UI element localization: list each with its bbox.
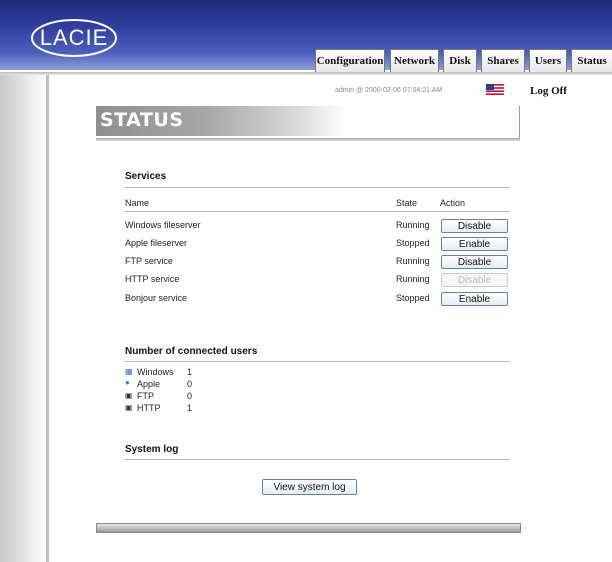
services-title: Services: [125, 171, 167, 182]
left-gutter: [0, 75, 50, 562]
col-header-name: Name: [125, 198, 150, 208]
disable-windows-fileserver-button[interactable]: Disable: [441, 219, 508, 233]
connected-users-divider: [124, 361, 510, 362]
http-icon: ▣: [125, 403, 133, 412]
user-type-label: FTP: [137, 391, 154, 401]
user-type-label: Apple: [137, 379, 161, 389]
user-count: 0: [187, 379, 193, 389]
service-name: Bonjour service: [125, 293, 188, 303]
user-session-info: admin @ 2000-02-06 07:04:21 AM: [335, 87, 443, 94]
tab-configuration[interactable]: Configuration: [315, 49, 385, 73]
tab-users[interactable]: Users: [529, 49, 567, 73]
page-title: STATUS: [100, 109, 184, 131]
enable-bonjour-service-button[interactable]: Enable: [441, 292, 508, 306]
us-flag-icon[interactable]: [486, 84, 504, 95]
user-count: 1: [187, 403, 193, 413]
tab-status[interactable]: Status: [571, 49, 612, 73]
service-name: FTP service: [125, 256, 173, 266]
services-divider: [124, 187, 510, 188]
windows-icon: ▦: [125, 367, 133, 376]
service-name: Windows fileserver: [125, 220, 201, 230]
status-header-underline: [96, 138, 520, 141]
disable-http-service-button: Disable: [441, 273, 508, 287]
services-header-divider: [124, 211, 510, 212]
service-name: HTTP service: [125, 274, 180, 284]
gutter-divider: [46, 75, 49, 562]
logoff-link[interactable]: Log Off: [530, 85, 567, 97]
system-log-divider: [124, 459, 510, 460]
view-system-log-button[interactable]: View system log: [262, 479, 357, 495]
tab-network[interactable]: Network: [390, 49, 439, 73]
service-state: Running: [396, 274, 430, 284]
enable-apple-fileserver-button[interactable]: Enable: [441, 237, 508, 251]
col-header-action: Action: [440, 198, 466, 208]
disable-ftp-service-button[interactable]: Disable: [441, 255, 508, 269]
col-header-state: State: [396, 198, 418, 208]
connected-users-title: Number of connected users: [125, 346, 258, 357]
user-type-label: Windows: [137, 367, 174, 377]
apple-icon: ●: [125, 378, 130, 387]
service-name: Apple fileserver: [125, 238, 188, 248]
service-state: Stopped: [396, 293, 430, 303]
ftp-icon: ▣: [125, 391, 133, 400]
service-state: Stopped: [396, 238, 430, 248]
service-state: Running: [396, 220, 430, 230]
system-log-title: System log: [125, 444, 179, 455]
user-type-label: HTTP: [137, 403, 161, 413]
user-count: 0: [187, 391, 193, 401]
tab-baseline: [0, 72, 612, 75]
tab-disk[interactable]: Disk: [443, 49, 477, 73]
service-state: Running: [396, 256, 430, 266]
user-count: 1: [187, 367, 193, 377]
tab-shares[interactable]: Shares: [481, 49, 525, 73]
footer-bar: [96, 523, 521, 533]
